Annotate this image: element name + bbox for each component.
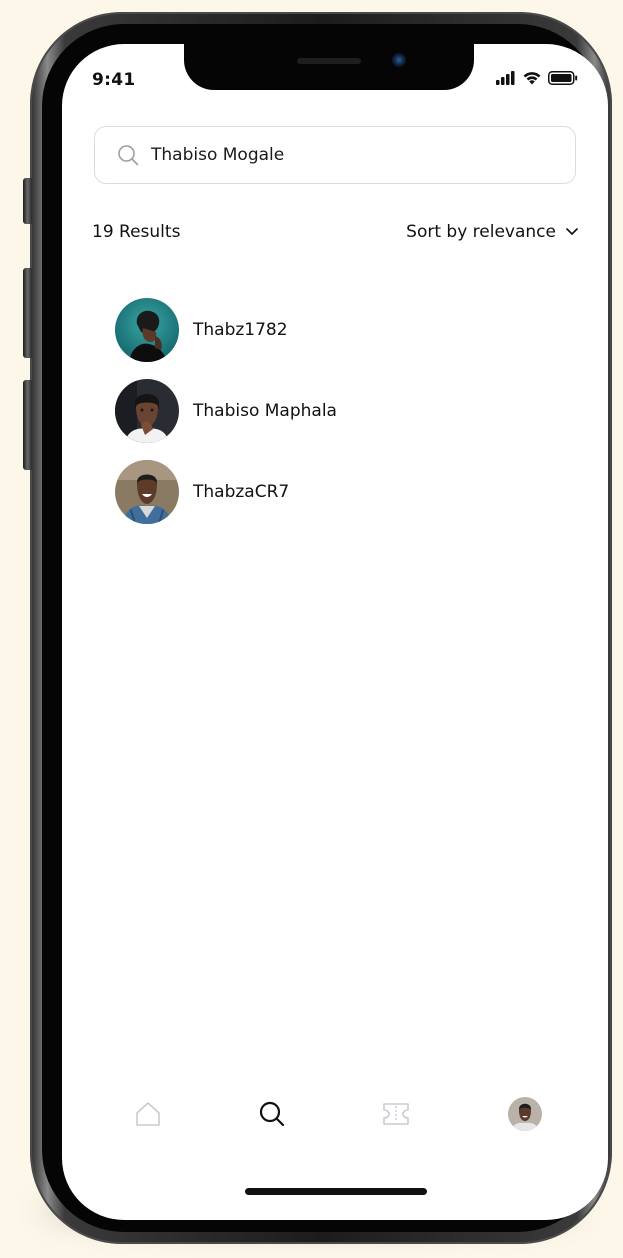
sort-label: Sort by relevance	[406, 222, 556, 242]
volume-down-button	[23, 380, 32, 470]
result-item[interactable]: Thabz1782	[115, 298, 555, 362]
volume-up-button	[23, 268, 32, 358]
front-camera	[392, 53, 406, 67]
avatar	[115, 298, 179, 362]
result-name: Thabz1782	[193, 320, 288, 340]
home-indicator	[245, 1188, 427, 1195]
nav-search[interactable]	[252, 1094, 292, 1134]
result-item[interactable]: ThabzaCR7	[115, 460, 555, 524]
search-bar[interactable]	[94, 126, 576, 184]
status-icons	[496, 70, 578, 85]
mute-switch	[23, 178, 32, 224]
nav-home[interactable]	[128, 1094, 168, 1134]
avatar	[115, 379, 179, 443]
bottom-nav	[62, 1094, 608, 1144]
profile-avatar	[508, 1097, 542, 1131]
chevron-down-icon	[566, 228, 578, 235]
notch	[184, 44, 474, 90]
wifi-icon	[523, 72, 541, 85]
cellular-signal-icon	[496, 70, 515, 85]
nav-tickets[interactable]	[376, 1094, 416, 1134]
result-name: Thabiso Maphala	[193, 401, 337, 421]
result-item[interactable]: Thabiso Maphala	[115, 379, 555, 443]
result-list: Thabz1782 Thabiso Maphala ThabzaCR7	[115, 298, 555, 541]
home-icon	[136, 1102, 160, 1126]
search-input[interactable]	[151, 145, 531, 165]
search-icon	[259, 1101, 285, 1127]
result-name: ThabzaCR7	[193, 482, 290, 502]
nav-profile[interactable]	[505, 1094, 545, 1134]
earpiece-speaker	[297, 58, 361, 64]
battery-icon	[548, 70, 578, 85]
phone-screen: 9:41 19 Results Sort by relevance	[62, 44, 608, 1220]
results-count: 19 Results	[92, 222, 181, 242]
search-icon	[118, 145, 139, 166]
avatar	[115, 460, 179, 524]
ticket-icon	[383, 1103, 409, 1125]
status-time: 9:41	[92, 70, 136, 90]
sort-dropdown[interactable]: Sort by relevance	[406, 222, 578, 242]
